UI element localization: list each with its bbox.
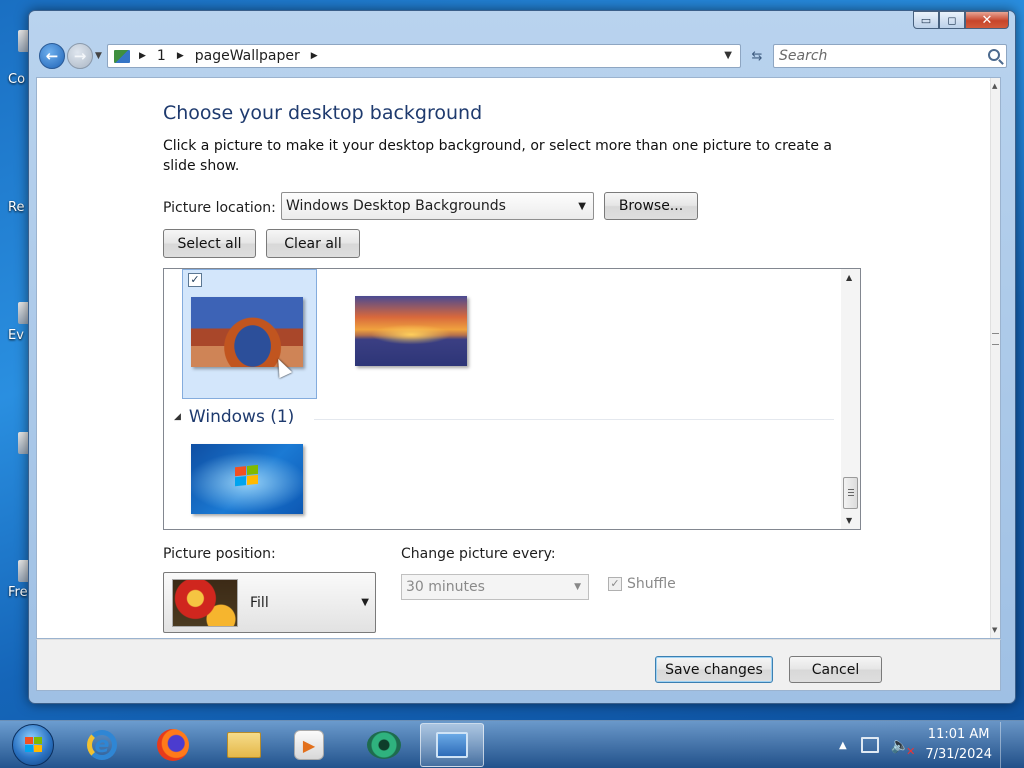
breadcrumb-item[interactable]: pageWallpaper [195,48,300,64]
picture-location-label: Picture location: [163,200,276,216]
picture-position-select[interactable]: Fill ▼ [163,572,376,633]
taskbar-media-player[interactable]: ▶ [277,723,341,767]
recent-pages-dropdown[interactable]: ▼ [95,51,102,61]
group-divider [314,419,834,420]
picture-location-select[interactable]: Windows Desktop Backgrounds ▼ [281,192,594,220]
browse-button[interactable]: Browse... [604,192,698,220]
picture-position-value: Fill [250,595,269,611]
media-player-icon: ▶ [294,730,324,760]
address-bar[interactable]: ▶ 1 ▶ pageWallpaper ▶ ▼ [107,44,741,68]
windows-logo-icon [25,737,43,753]
network-icon[interactable] [860,737,879,753]
eye-app-icon [367,731,401,759]
breadcrumb-separator[interactable]: ▶ [139,51,146,61]
scroll-thumb[interactable] [843,477,858,509]
change-picture-value: 30 minutes [406,579,485,595]
internet-explorer-icon: e [87,730,117,760]
control-panel-icon [114,49,130,63]
taskbar-firefox[interactable] [141,723,205,767]
address-dropdown-icon[interactable]: ▼ [724,50,732,61]
close-button[interactable]: ✕ [965,11,1009,29]
command-area: Save changes Cancel [36,639,1001,691]
breadcrumb-separator[interactable]: ▶ [311,51,318,61]
chevron-down-icon: ▼ [574,582,581,592]
desktop-icon-label: Re [8,200,25,215]
taskbar-windows-explorer[interactable] [212,723,276,767]
search-placeholder: Search [779,48,828,64]
grip-line [848,489,854,490]
arch-wallpaper-thumbnail[interactable] [191,297,303,367]
scroll-down-icon[interactable]: ▼ [992,626,997,634]
show-hidden-icons-icon[interactable]: ▲ [839,740,847,751]
desktop-icon-label: Ev [8,328,24,343]
scroll-thumb[interactable] [992,333,999,345]
change-picture-label: Change picture every: [401,546,556,562]
page-description: Click a picture to make it your desktop … [163,138,832,174]
windows-7-wallpaper-thumbnail[interactable] [191,444,303,514]
clock[interactable]: 11:01 AM 7/31/2024 [925,725,992,765]
scroll-up-icon[interactable]: ▲ [992,82,997,90]
breadcrumb-separator[interactable]: ▶ [177,51,184,61]
breadcrumb-item[interactable]: 1 [157,48,166,64]
control-panel-icon [436,732,468,758]
system-tray: ▲ 🔈 ✕ 11:01 AM 7/31/2024 [839,721,1014,768]
search-icon[interactable] [988,49,1000,61]
navigation-bar: ← → ▼ ▶ 1 ▶ pageWallpaper ▶ ▼ ⇆ Search [37,41,1007,71]
scroll-down-icon[interactable]: ▼ [846,516,852,525]
refresh-icon[interactable]: ⇆ [745,44,769,68]
tile-checkbox[interactable]: ✓ [188,273,202,287]
group-label: Windows (1) [188,407,295,427]
grip-line [848,492,854,493]
windows-logo-icon [235,464,259,488]
grip-line [848,495,854,496]
collapse-triangle-icon[interactable]: ◢ [174,412,181,422]
volume-muted-icon[interactable]: 🔈 ✕ [891,736,916,758]
taskbar-eye-app[interactable] [352,723,416,767]
shuffle-check-icon[interactable]: ✓ [608,577,622,591]
page-title: Choose your desktop background [163,102,483,124]
page-scrollbar[interactable]: ▲ ▼ [990,78,1000,638]
personalization-window: ▭ ◻ ✕ ← → ▼ ▶ 1 ▶ pageWallpaper ▶ ▼ ⇆ Se… [28,10,1016,704]
back-button[interactable]: ← [39,43,65,69]
gallery-scrollbar[interactable]: ▲ ▼ [841,269,860,529]
clock-time: 11:01 AM [927,727,990,742]
firefox-icon [157,729,189,761]
lake-sunset-wallpaper-thumbnail[interactable] [355,296,467,366]
window-controls: ▭ ◻ ✕ [913,11,1009,29]
content-pane: ▲ ▼ Choose your desktop background Click… [36,77,1001,639]
group-header-windows[interactable]: ◢ Windows (1) [174,407,294,427]
shuffle-label: Shuffle [627,576,676,592]
shuffle-checkbox[interactable]: ✓ Shuffle [608,576,676,592]
picture-gallery: ✓ ◢ Windows (1) ▲ ▼ [163,268,861,530]
desktop-icon-label: Fre [8,585,28,600]
scroll-up-icon[interactable]: ▲ [846,273,852,282]
show-desktop-button[interactable] [1000,722,1014,768]
change-picture-select[interactable]: 30 minutes ▼ [401,574,589,600]
minimize-button[interactable]: ▭ [913,11,939,29]
select-all-button[interactable]: Select all [163,229,256,258]
folder-icon [227,732,261,758]
picture-position-label: Picture position: [163,546,276,562]
picture-tile-selected[interactable]: ✓ [182,269,317,399]
start-button[interactable] [12,724,54,766]
forward-button[interactable]: → [67,43,93,69]
clear-all-button[interactable]: Clear all [266,229,360,258]
chevron-down-icon: ▼ [361,597,369,608]
taskbar-control-panel[interactable] [420,723,484,767]
cancel-button[interactable]: Cancel [789,656,882,683]
chevron-down-icon: ▼ [578,201,586,212]
taskbar: e ▶ ▲ 🔈 ✕ 11:01 AM 7/31/2024 [0,720,1024,768]
clock-date: 7/31/2024 [925,747,992,762]
taskbar-internet-explorer[interactable]: e [70,723,134,767]
search-input[interactable]: Search [773,44,1007,68]
save-changes-button[interactable]: Save changes [655,656,773,683]
position-preview-thumbnail [172,579,238,627]
maximize-button[interactable]: ◻ [939,11,965,29]
desktop-icon-label: Co [8,72,26,87]
picture-location-value: Windows Desktop Backgrounds [286,198,506,214]
